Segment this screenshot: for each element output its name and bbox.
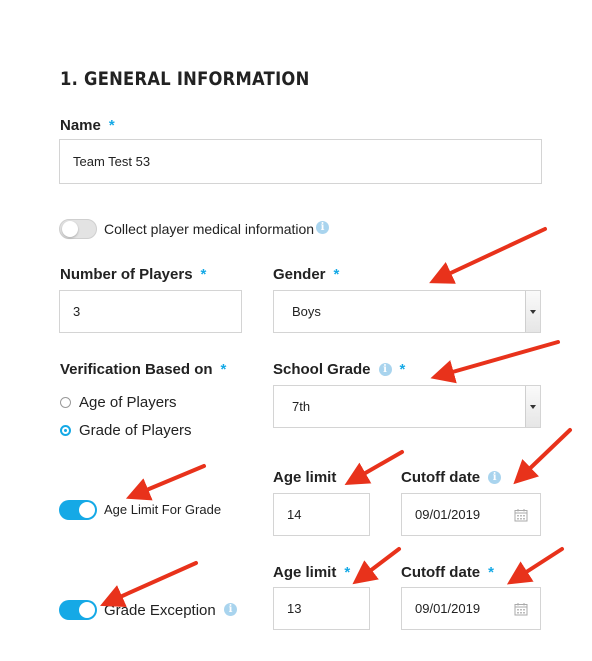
annotation-arrow — [344, 450, 404, 485]
annotation-arrow — [430, 340, 560, 384]
annotation-arrow — [100, 561, 198, 608]
annotation-arrow — [125, 464, 206, 501]
annotation-arrow — [513, 428, 572, 485]
annotation-arrow — [429, 227, 547, 284]
annotation-arrow — [506, 547, 564, 585]
annotation-arrows-layer — [100, 227, 572, 608]
annotation-arrow — [352, 547, 401, 585]
